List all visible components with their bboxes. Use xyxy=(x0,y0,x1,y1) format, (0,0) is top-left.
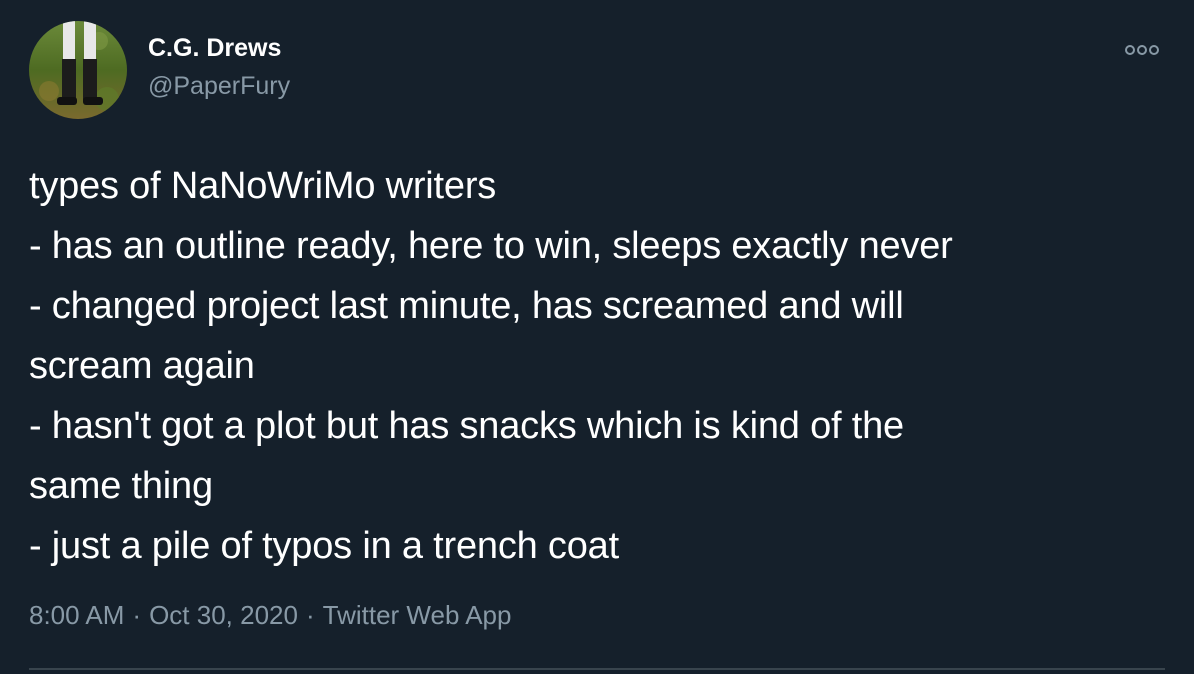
tweet-card: C.G. Drews @PaperFury types of NaNoWriMo… xyxy=(0,0,1194,674)
meta-separator: · xyxy=(132,600,142,630)
tweet-text-line: - just a pile of typos in a trench coat xyxy=(29,525,619,567)
tweet-source-link[interactable]: Twitter Web App xyxy=(323,600,512,630)
tweet-text-line: types of NaNoWriMo writers xyxy=(29,165,497,207)
avatar-photo-icon xyxy=(29,21,127,119)
author-display-name[interactable]: C.G. Drews xyxy=(148,34,281,63)
more-options-button[interactable] xyxy=(1118,36,1166,64)
avatar[interactable] xyxy=(29,21,127,119)
tweet-date[interactable]: Oct 30, 2020 xyxy=(149,600,298,630)
tweet-time[interactable]: 8:00 AM xyxy=(29,600,124,630)
tweet-text-line: - has an outline ready, here to win, sle… xyxy=(29,225,953,267)
tweet-text: types of NaNoWriMo writers - has an outl… xyxy=(29,156,1149,576)
divider xyxy=(29,668,1165,670)
tweet-text-line: - changed project last minute, has screa… xyxy=(29,285,904,327)
tweet-text-line: same thing xyxy=(29,465,213,507)
more-options-icon xyxy=(1125,45,1159,55)
meta-separator: · xyxy=(305,600,315,630)
tweet-text-line: scream again xyxy=(29,345,255,387)
tweet-metadata: 8:00 AM · Oct 30, 2020 · Twitter Web App xyxy=(29,600,511,631)
tweet-text-line: - hasn't got a plot but has snacks which… xyxy=(29,405,904,447)
author-handle[interactable]: @PaperFury xyxy=(148,72,290,101)
